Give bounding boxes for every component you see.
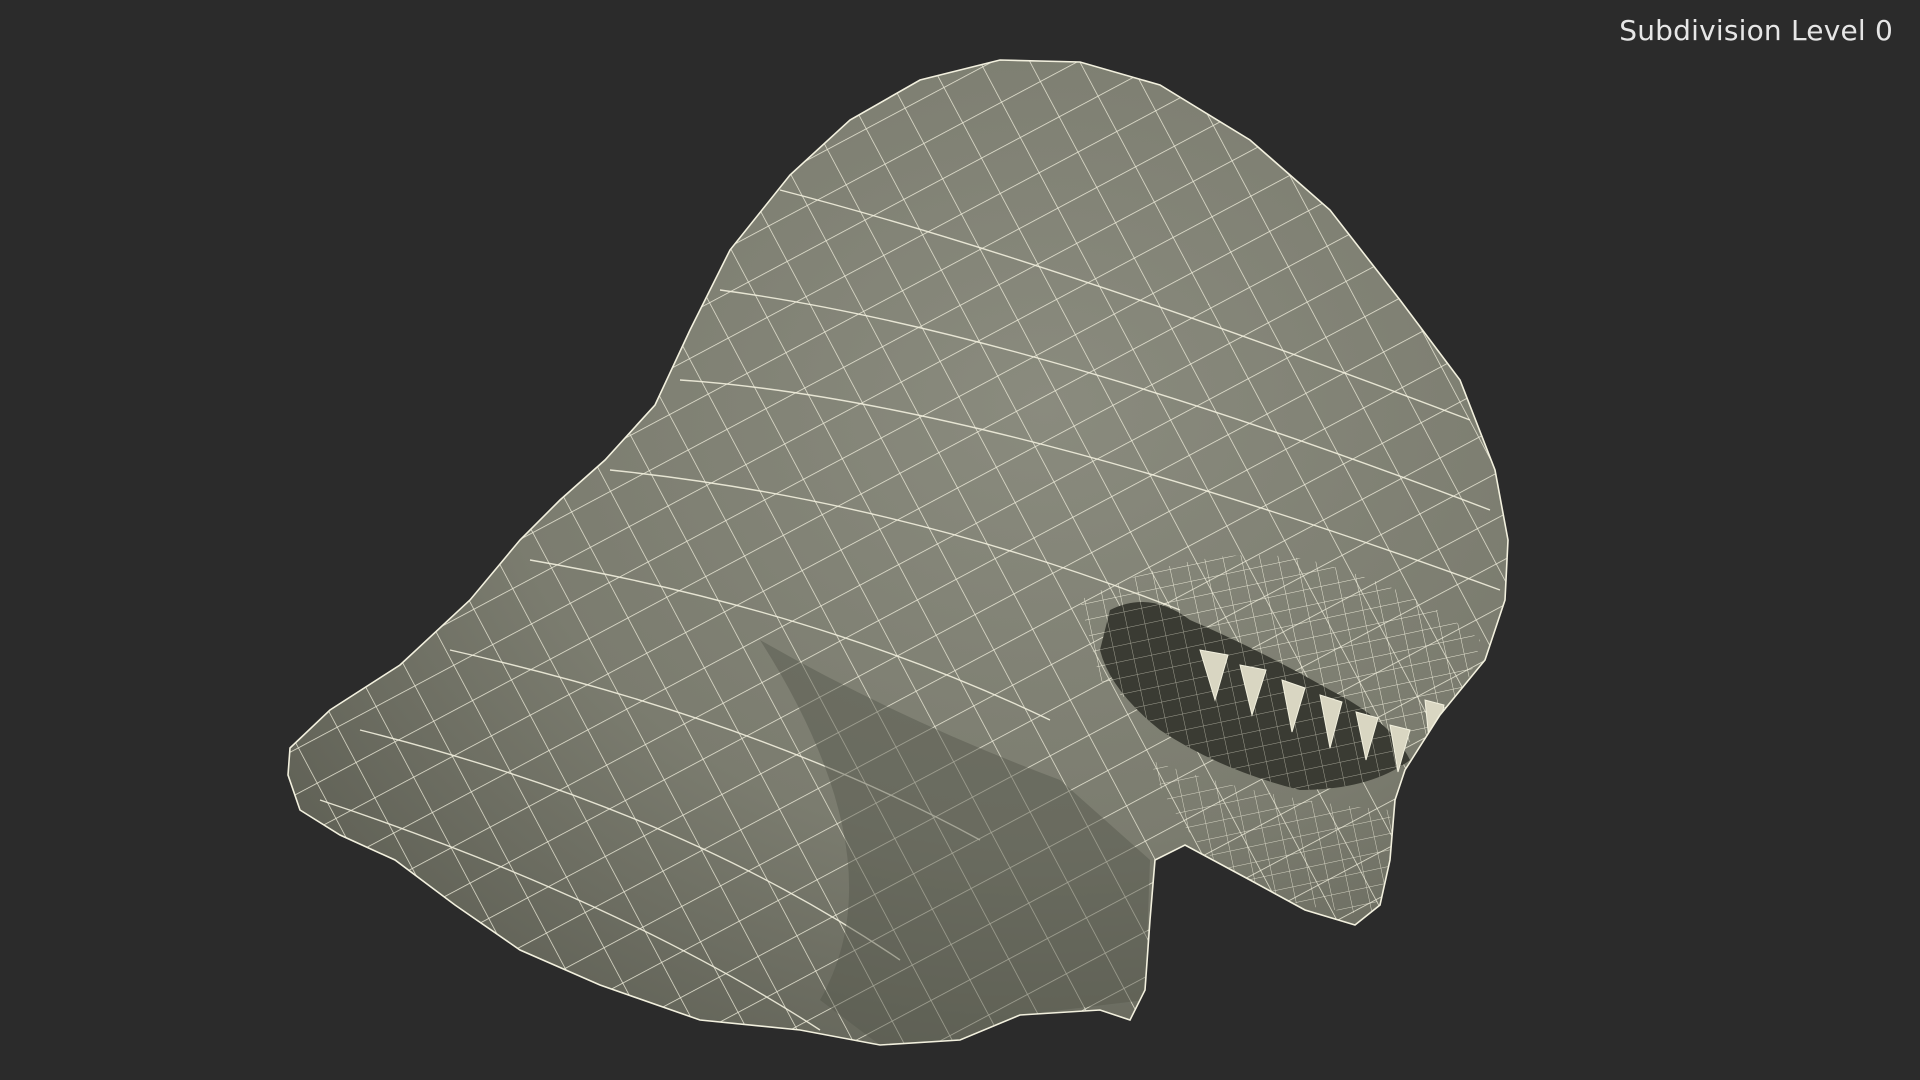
subdivision-level-label: Subdivision Level 0	[1619, 14, 1893, 47]
wireframe-model	[287, 59, 1509, 1046]
3d-viewport[interactable]: Subdivision Level 0	[0, 0, 1920, 1080]
